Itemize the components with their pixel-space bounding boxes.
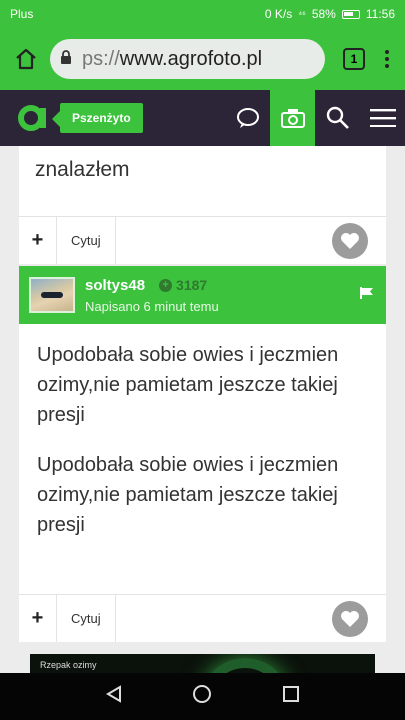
site-logo[interactable] <box>14 99 52 137</box>
post-timestamp: Napisano 6 minut temu <box>85 298 219 314</box>
plus-button[interactable]: + <box>19 217 57 264</box>
url-protocol: ps:// <box>82 47 120 70</box>
reputation-badge: + 3187 <box>159 277 207 293</box>
tab-switcher-button[interactable]: 1 <box>343 48 365 70</box>
quote-button[interactable]: Cytuj <box>57 217 116 264</box>
search-icon[interactable] <box>315 90 360 146</box>
back-icon[interactable] <box>105 685 123 708</box>
hamburger-menu-icon[interactable] <box>360 90 405 146</box>
ad-banner[interactable]: Rzepak ozimy <box>30 654 375 673</box>
battery-percent: 58% <box>311 7 336 21</box>
signal-icon: ⁴⁶ <box>298 9 306 19</box>
previous-post-body: znalazłem <box>19 146 386 216</box>
home-icon[interactable] <box>8 41 44 77</box>
like-heart-icon[interactable] <box>332 222 368 259</box>
post-header: soltys48 + 3187 Napisano 6 minut temu <box>19 266 386 324</box>
network-speed: 0 K/s <box>264 7 293 21</box>
url-domain: www.agrofoto.pl <box>119 47 263 70</box>
plus-circle-icon: + <box>159 278 173 292</box>
quote-button[interactable]: Cytuj <box>57 595 116 642</box>
battery-icon <box>341 9 360 19</box>
post-author[interactable]: soltys48 <box>85 277 145 294</box>
post-actions: + Cytuj <box>19 594 386 642</box>
previous-post-text: znalazłem <box>35 158 130 181</box>
clock: 11:56 <box>365 7 395 21</box>
previous-post-actions: + Cytuj <box>19 216 386 264</box>
chat-icon[interactable] <box>225 90 270 146</box>
avatar[interactable] <box>29 277 75 313</box>
like-heart-icon[interactable] <box>332 600 368 637</box>
status-bar: Plus 0 K/s ⁴⁶ 58% 11:56 <box>0 0 405 28</box>
carrier-name: Plus <box>10 7 34 21</box>
report-flag-icon[interactable] <box>360 286 374 304</box>
forum-thread: znalazłem + Cytuj soltys48 + 3187 Napisa… <box>0 146 405 673</box>
recent-apps-icon[interactable] <box>282 685 300 708</box>
post-body: Upodobała sobie owies i jeczmien ozimy,n… <box>19 324 386 594</box>
reputation-count: 3187 <box>176 277 208 293</box>
system-navigation-bar <box>0 673 405 720</box>
browser-menu-icon[interactable] <box>377 50 397 68</box>
plus-button[interactable]: + <box>19 595 57 642</box>
ad-label: Rzepak ozimy <box>40 660 97 670</box>
browser-toolbar: ps:// www.agrofoto.pl 1 <box>0 28 405 90</box>
post-paragraph: Upodobała sobie owies i jeczmien ozimy,n… <box>37 454 339 536</box>
forum-name-badge[interactable]: Pszenżyto <box>52 103 143 133</box>
post-paragraph: Upodobała sobie owies i jeczmien ozimy,n… <box>37 344 339 426</box>
home-circle-icon[interactable] <box>192 684 212 709</box>
camera-icon[interactable] <box>270 90 315 146</box>
address-bar[interactable]: ps:// www.agrofoto.pl <box>50 39 325 79</box>
lock-icon <box>60 48 74 71</box>
site-header: Pszenżyto <box>0 90 405 146</box>
